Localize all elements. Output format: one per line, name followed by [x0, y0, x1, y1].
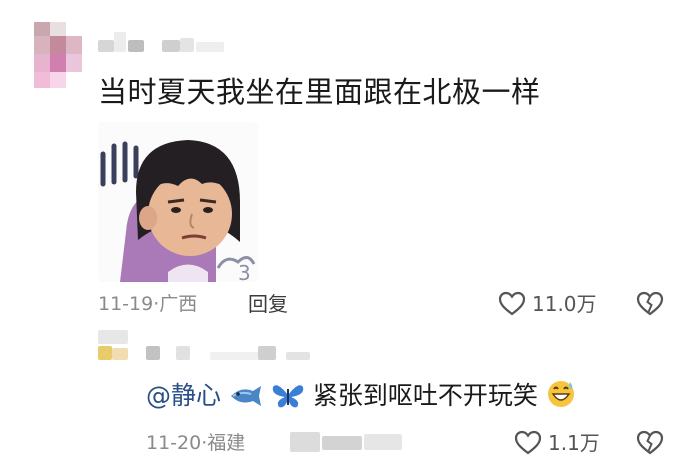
cartoon-girl-shivering-sticker: 3: [100, 140, 256, 282]
reply-location: 福建: [207, 432, 246, 454]
heart-outline-icon: [514, 430, 542, 455]
heart-outline-icon: [498, 291, 526, 316]
reply-button[interactable]: 回复: [248, 291, 288, 317]
comment-location: 广西: [159, 293, 198, 315]
sticker-image[interactable]: 3: [98, 122, 258, 282]
mention-link[interactable]: @静心: [146, 381, 221, 410]
dislike-button[interactable]: [636, 291, 666, 317]
commenter-avatar[interactable]: [34, 22, 82, 88]
reply-text-line: @静心 紧张到呕吐不开玩笑: [146, 378, 576, 419]
reply-text: 紧张到呕吐不开玩笑: [312, 381, 538, 410]
reply-meta: 11-20·福建: [146, 430, 245, 456]
grinning-sweat-emoji: [546, 379, 576, 419]
comment-date: 11-19: [98, 293, 154, 315]
reply-dislike-button[interactable]: [636, 430, 666, 456]
comment-text: 当时夏天我坐在里面跟在北极一样: [98, 75, 541, 109]
like-count: 11.0万: [532, 292, 597, 316]
like-button[interactable]: [498, 291, 528, 317]
comment-meta: 11-19·广西: [98, 291, 197, 317]
butterfly-emoji: [271, 381, 305, 419]
reply-like-button[interactable]: [514, 430, 544, 456]
broken-heart-icon: [636, 291, 664, 316]
svg-text:3: 3: [238, 261, 251, 282]
reply-like-count: 1.1万: [548, 431, 600, 455]
fish-emoji: [229, 383, 263, 419]
broken-heart-icon: [636, 430, 664, 455]
reply-date: 11-20: [146, 432, 202, 454]
